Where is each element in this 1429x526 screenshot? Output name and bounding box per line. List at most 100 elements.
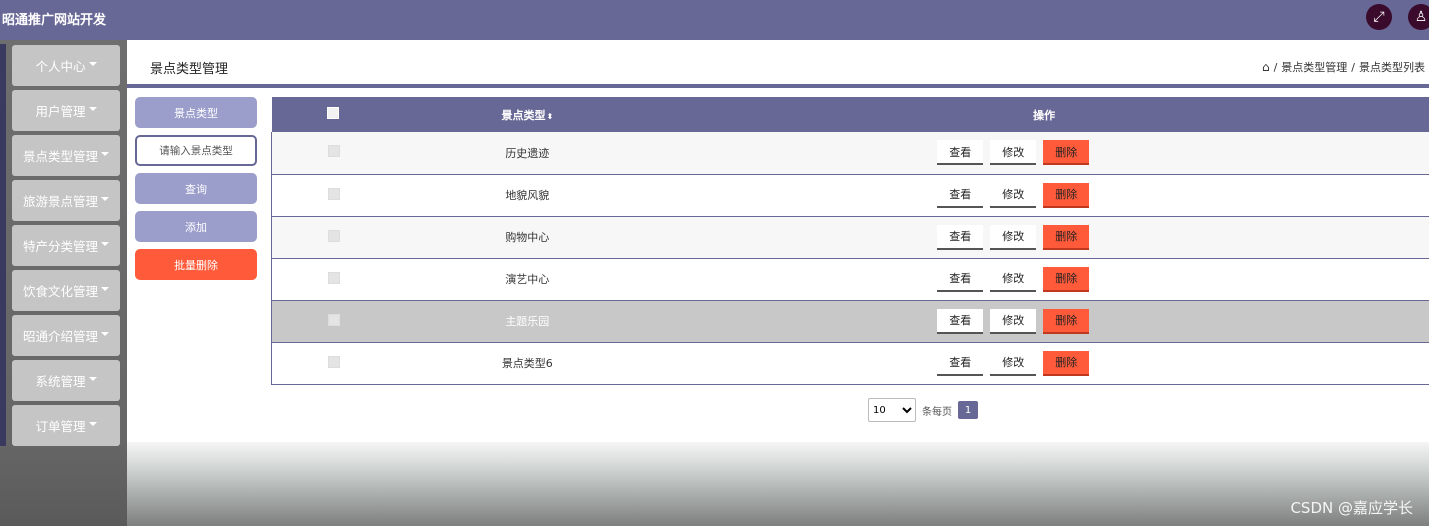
- view-button[interactable]: 查看: [937, 140, 984, 166]
- row-checkbox[interactable]: [327, 187, 340, 200]
- row-checkbox-cell: [272, 174, 396, 216]
- page-header: 景点类型管理 ⌂ / 景点类型管理 / 景点类型列表: [127, 42, 1429, 88]
- sidebar-item-tourist-spot-management[interactable]: 旅游景点管理: [12, 180, 120, 221]
- footer-band: CSDN @嘉应学长: [127, 442, 1429, 526]
- select-all-cell: [272, 97, 396, 132]
- view-button[interactable]: 查看: [937, 350, 984, 376]
- chevron-down-icon: [101, 151, 109, 156]
- data-table: 景点类型⬍ 操作 历史遗迹 查看 修改 删除 地貌风貌 查看 修改 删除 购物中…: [271, 97, 1429, 385]
- main-content: 景点类型管理 ⌂ / 景点类型管理 / 景点类型列表 景点类型 查询 添加 批量…: [127, 40, 1429, 526]
- pagination: 10 条每页 1: [868, 398, 978, 422]
- column-header-type[interactable]: 景点类型⬍: [395, 97, 659, 132]
- table-header-row: 景点类型⬍ 操作: [271, 97, 1429, 132]
- home-icon[interactable]: ⌂: [1262, 60, 1270, 74]
- sidebar-item-personal-center[interactable]: 个人中心: [12, 45, 120, 86]
- top-bar: 昭通推广网站开发 ⤢ ♙: [0, 0, 1429, 40]
- user-icon[interactable]: ♙: [1408, 4, 1429, 30]
- breadcrumb-item[interactable]: 景点类型管理: [1281, 59, 1347, 75]
- sidebar-item-label: 景点类型管理: [22, 149, 98, 164]
- view-button[interactable]: 查看: [937, 308, 984, 334]
- row-checkbox-cell: [272, 342, 396, 384]
- row-actions: 查看 修改 删除: [659, 216, 1429, 258]
- sidebar-item-system-management[interactable]: 系统管理: [12, 360, 120, 401]
- sidebar-item-order-management[interactable]: 订单管理: [12, 405, 120, 446]
- row-checkbox[interactable]: [327, 145, 340, 158]
- edit-button[interactable]: 修改: [990, 266, 1037, 292]
- sidebar-item-food-culture-management[interactable]: 饮食文化管理: [12, 270, 120, 311]
- sidebar-item-label: 订单管理: [35, 419, 86, 434]
- delete-button[interactable]: 删除: [1043, 266, 1090, 292]
- chevron-down-icon: [88, 421, 97, 426]
- breadcrumb-separator: /: [1351, 60, 1355, 74]
- delete-button[interactable]: 删除: [1043, 140, 1090, 166]
- row-checkbox-cell: [272, 300, 396, 342]
- view-button[interactable]: 查看: [937, 182, 984, 208]
- row-checkbox[interactable]: [327, 313, 340, 326]
- search-input-wrapper: [135, 135, 257, 166]
- add-button[interactable]: 添加: [135, 211, 257, 242]
- row-type-name: 景点类型6: [501, 357, 553, 370]
- sidebar-item-label: 系统管理: [35, 374, 86, 389]
- sidebar-item-label: 旅游景点管理: [22, 194, 98, 209]
- row-checkbox[interactable]: [327, 229, 340, 242]
- search-field-label: 景点类型: [135, 97, 257, 128]
- row-checkbox[interactable]: [327, 355, 340, 368]
- view-button[interactable]: 查看: [937, 266, 984, 292]
- breadcrumb-item: 景点类型列表: [1359, 61, 1425, 74]
- per-page-label: 条每页: [922, 406, 952, 418]
- sidebar-item-specialty-category-management[interactable]: 特产分类管理: [12, 225, 120, 266]
- row-actions: 查看 修改 删除: [659, 132, 1429, 174]
- delete-button[interactable]: 删除: [1043, 182, 1090, 208]
- page-size-select[interactable]: 10: [868, 398, 916, 422]
- sidebar-item-label: 饮食文化管理: [22, 284, 98, 299]
- search-input[interactable]: [137, 144, 255, 157]
- row-checkbox-cell: [272, 216, 396, 258]
- edit-button[interactable]: 修改: [990, 224, 1037, 250]
- delete-button[interactable]: 删除: [1043, 224, 1090, 250]
- chevron-down-icon: [88, 376, 97, 381]
- page-title: 景点类型管理: [150, 62, 229, 77]
- sidebar-item-label: 昭通介绍管理: [22, 329, 98, 344]
- table-row: 购物中心 查看 修改 删除: [271, 216, 1429, 258]
- sidebar-item-label: 用户管理: [35, 104, 86, 119]
- breadcrumb: ⌂ / 景点类型管理 / 景点类型列表: [1262, 59, 1425, 75]
- row-actions: 查看 修改 删除: [659, 300, 1429, 342]
- row-type-name: 购物中心: [505, 231, 550, 244]
- breadcrumb-separator: /: [1273, 60, 1278, 74]
- chevron-down-icon: [101, 286, 109, 291]
- delete-button[interactable]: 删除: [1043, 350, 1090, 376]
- sidebar: 个人中心 用户管理 景点类型管理 旅游景点管理 特产分类管理 饮食文化管理 昭通…: [0, 40, 127, 526]
- row-type-name: 演艺中心: [505, 273, 550, 286]
- sidebar-item-user-management[interactable]: 用户管理: [12, 90, 120, 131]
- sort-icon[interactable]: ⬍: [546, 112, 553, 121]
- query-button[interactable]: 查询: [135, 173, 257, 204]
- row-checkbox[interactable]: [327, 271, 340, 284]
- table-row: 演艺中心 查看 修改 删除: [271, 258, 1429, 300]
- page-number-button[interactable]: 1: [958, 401, 978, 419]
- sidebar-item-zhaotong-intro-management[interactable]: 昭通介绍管理: [12, 315, 120, 356]
- chevron-down-icon: [88, 61, 97, 66]
- edit-button[interactable]: 修改: [990, 350, 1037, 376]
- row-type-name: 主题乐园: [505, 315, 550, 328]
- table-row: 景点类型6 查看 修改 删除: [271, 342, 1429, 384]
- row-actions: 查看 修改 删除: [659, 174, 1429, 216]
- sidebar-accent-strip: [0, 44, 6, 446]
- chevron-down-icon: [101, 331, 109, 336]
- row-checkbox-cell: [272, 258, 396, 300]
- column-header-label: 景点类型: [501, 108, 546, 122]
- delete-button[interactable]: 删除: [1043, 308, 1090, 334]
- batch-delete-button[interactable]: 批量删除: [135, 249, 257, 280]
- edit-button[interactable]: 修改: [990, 182, 1037, 208]
- chevron-down-icon: [101, 196, 109, 201]
- fullscreen-icon[interactable]: ⤢: [1366, 4, 1392, 30]
- sidebar-item-scenic-type-management[interactable]: 景点类型管理: [12, 135, 120, 176]
- row-checkbox-cell: [272, 132, 396, 174]
- edit-button[interactable]: 修改: [990, 140, 1037, 166]
- row-type-name: 地貌风貌: [505, 189, 550, 202]
- table-row: 地貌风貌 查看 修改 删除: [271, 174, 1429, 216]
- view-button[interactable]: 查看: [937, 224, 984, 250]
- select-all-checkbox[interactable]: [327, 107, 340, 119]
- edit-button[interactable]: 修改: [990, 308, 1037, 334]
- sidebar-item-label: 特产分类管理: [22, 239, 98, 254]
- app-title: 昭通推广网站开发: [2, 13, 107, 28]
